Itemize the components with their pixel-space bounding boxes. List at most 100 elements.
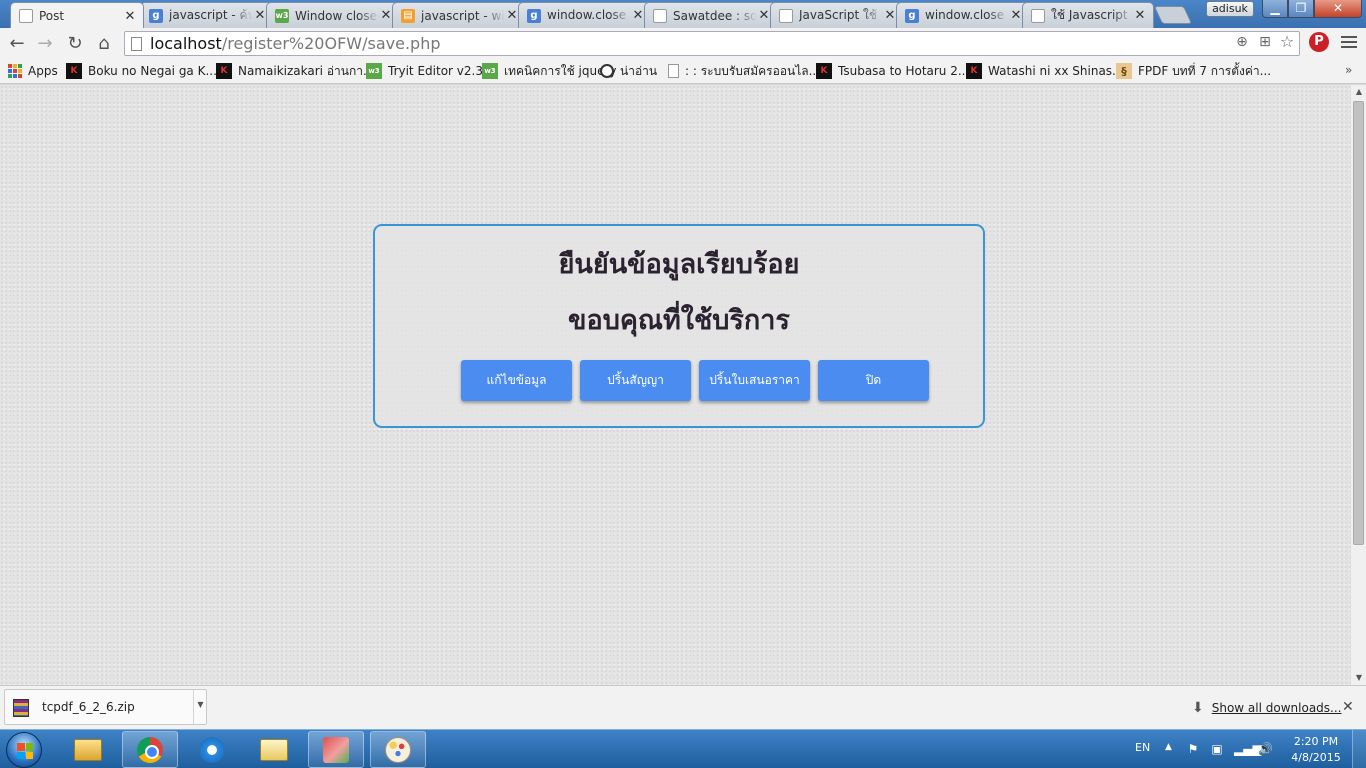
back-arrow-icon[interactable]: ← <box>6 32 28 54</box>
taskbar-paint[interactable] <box>370 731 426 768</box>
print-contract-button[interactable]: ปริ้นสัญญา <box>580 360 691 401</box>
confirmation-panel: ยืนยันข้อมูลเรียบร้อย ขอบคุณที่ใช้บริการ… <box>373 224 985 428</box>
tab-close-icon[interactable]: ✕ <box>253 8 267 23</box>
windows-taskbar: EN ▲ ⚑ ▣ ▂▄▆ 🔊 2:20 PM 4/8/2015 <box>0 729 1366 768</box>
tab-close-icon[interactable]: ✕ <box>631 8 645 23</box>
bookmark-apps[interactable]: Apps <box>8 62 58 80</box>
address-bar[interactable]: localhost/register%20OFW/save.php <box>124 31 1300 56</box>
translate-icon[interactable]: ⊞ <box>1256 33 1274 51</box>
close-button[interactable]: ปิด <box>818 360 929 401</box>
scrollbar-thumb[interactable] <box>1353 101 1364 545</box>
tab-close-icon[interactable]: ✕ <box>1133 8 1147 23</box>
bookmark-label: Watashi ni xx Shinas... <box>988 64 1124 78</box>
action-center-flag-icon[interactable]: ⚑ <box>1186 742 1200 756</box>
tab-google-window-close[interactable]: g window.close - ค้นหาด้วย Google ✕ <box>518 2 652 28</box>
tab-close-icon[interactable]: ✕ <box>379 8 393 23</box>
maximize-button[interactable]: ❐ <box>1288 0 1314 18</box>
forward-arrow-icon[interactable]: → <box>34 32 56 54</box>
w3schools-icon: w3 <box>275 8 289 23</box>
kissmanga-icon: K <box>816 63 832 79</box>
scroll-down-icon[interactable]: ▼ <box>1351 671 1366 685</box>
chevron-down-icon[interactable]: ▼ <box>193 690 207 724</box>
taskbar-chrome[interactable] <box>122 731 178 768</box>
tab-javascript-thai[interactable]: JavaScript ใช้ window.close ✕ <box>770 2 904 28</box>
taskbar-explorer[interactable] <box>60 731 116 768</box>
chrome-menu-icon[interactable] <box>1341 34 1357 50</box>
fpdf-icon: § <box>1116 63 1132 79</box>
device-icon[interactable]: ▣ <box>1210 742 1224 756</box>
zip-archive-icon <box>13 699 29 717</box>
tab-window-close-method[interactable]: w3 Window close() Method ✕ <box>266 2 400 28</box>
close-window-button[interactable]: ✕ <box>1314 0 1362 18</box>
bookmark-namaikizakari[interactable]: K Namaikizakari อ่านกา... <box>216 62 374 80</box>
home-icon[interactable]: ⌂ <box>93 32 115 54</box>
page-icon <box>1031 8 1045 23</box>
bookmark-jquery[interactable]: w3 เทคนิคการใช้ jquery <box>482 62 617 80</box>
profile-button[interactable]: adisuk <box>1206 1 1254 17</box>
bookmark-folder-naan[interactable]: น่าอ่าน <box>600 62 657 80</box>
volume-icon[interactable]: 🔊 <box>1258 742 1273 756</box>
bookmark-boku-no-negai[interactable]: K Boku no Negai ga K... <box>66 62 217 80</box>
tab-google-window-close-2[interactable]: g window.close - ค้นหาด้วย Google ✕ <box>896 2 1030 28</box>
apps-grid-icon <box>8 64 22 78</box>
minimize-button[interactable]: ▁ <box>1262 0 1288 18</box>
tab-close-icon[interactable]: ✕ <box>123 9 137 24</box>
download-item[interactable]: tcpdf_6_2_6.zip ▼ <box>4 689 207 725</box>
w3schools-icon: w3 <box>366 63 382 79</box>
tab-title: javascript - ค้นหาด้วย Google <box>169 8 253 22</box>
edit-data-button[interactable]: แก้ไขข้อมูล <box>461 360 572 401</box>
bookmark-label: : : ระบบรับสมัครออนไล... <box>685 63 821 78</box>
show-all-downloads-link[interactable]: Show all downloads... <box>1212 701 1342 715</box>
scroll-up-icon[interactable]: ▲ <box>1351 85 1366 99</box>
pinterest-icon[interactable]: P <box>1309 32 1329 52</box>
page-content: ยืนยันข้อมูลเรียบร้อย ขอบคุณที่ใช้บริการ… <box>0 85 1350 685</box>
tab-post[interactable]: Post ✕ <box>10 2 144 28</box>
bookmark-tryit-editor[interactable]: w3 Tryit Editor v2.3 <box>366 62 483 80</box>
tab-javascript-close-window[interactable]: ใช้ Javascript ปิดหน้าต่าง ✕ <box>1022 2 1154 28</box>
network-signal-icon[interactable]: ▂▄▆ <box>1234 742 1262 756</box>
bookmark-fpdf[interactable]: § FPDF บทที่ 7 การตั้งค่า... <box>1116 62 1271 80</box>
taskbar-ie[interactable] <box>184 731 240 768</box>
tab-strip: Post ✕ g javascript - ค้นหาด้วย Google ✕… <box>0 0 1366 28</box>
zoom-icon[interactable]: ⊕ <box>1233 33 1251 51</box>
bookmark-label: Boku no Negai ga K... <box>88 64 217 78</box>
clock-time: 2:20 PM <box>1293 735 1339 748</box>
tab-title: Window close() Method <box>295 8 379 23</box>
start-button[interactable] <box>6 732 42 768</box>
tab-close-icon[interactable]: ✕ <box>1009 8 1023 23</box>
system-clock[interactable]: 2:20 PM 4/8/2015 <box>1288 734 1344 766</box>
show-all-downloads[interactable]: ⬇ Show all downloads... <box>1192 700 1341 716</box>
kissmanga-icon: K <box>66 63 82 79</box>
reload-icon[interactable]: ↻ <box>64 32 86 54</box>
tab-javascript-window-close[interactable]: ▤ javascript - window.close() ✕ <box>392 2 526 28</box>
kissmanga-icon: K <box>216 63 232 79</box>
bookmark-tsubasa[interactable]: K Tsubasa to Hotaru 2... <box>816 62 969 80</box>
close-icon[interactable]: ✕ <box>1342 699 1354 715</box>
tab-close-icon[interactable]: ✕ <box>883 8 897 23</box>
tab-close-icon[interactable]: ✕ <box>505 8 519 23</box>
bookmark-star-icon[interactable]: ☆ <box>1278 33 1296 51</box>
tab-close-icon[interactable]: ✕ <box>757 8 771 23</box>
mail-icon <box>260 738 288 761</box>
page-info-icon[interactable] <box>131 36 142 51</box>
new-tab-button[interactable] <box>1153 6 1193 24</box>
stackoverflow-icon: ▤ <box>401 8 415 23</box>
bookmarks-overflow-icon[interactable]: » <box>1345 63 1352 77</box>
explorer-icon <box>74 738 102 761</box>
show-desktop-button[interactable] <box>1352 730 1366 768</box>
chrome-icon <box>137 736 163 763</box>
show-hidden-icons-icon[interactable]: ▲ <box>1165 742 1172 752</box>
bookmark-watashi[interactable]: K Watashi ni xx Shinas... <box>966 62 1124 80</box>
language-indicator[interactable]: EN <box>1135 741 1150 754</box>
tab-sawatdee[interactable]: Sawatdee : sourcecode ✕ <box>644 2 778 28</box>
tab-title: javascript - window.close() <box>421 8 505 23</box>
bookmark-registration[interactable]: : : ระบบรับสมัครออนไล... <box>668 62 820 80</box>
page-icon <box>19 9 33 23</box>
print-quotation-button[interactable]: ปริ้นใบเสนอราคา <box>699 360 810 401</box>
tab-title: Post <box>39 9 65 23</box>
bookmark-label: Tryit Editor v2.3 <box>388 64 483 78</box>
taskbar-mail[interactable] <box>246 731 302 768</box>
vertical-scrollbar[interactable]: ▲ ▼ <box>1350 85 1366 685</box>
taskbar-app[interactable] <box>308 731 364 768</box>
tab-google-javascript[interactable]: g javascript - ค้นหาด้วย Google ✕ <box>140 2 274 28</box>
